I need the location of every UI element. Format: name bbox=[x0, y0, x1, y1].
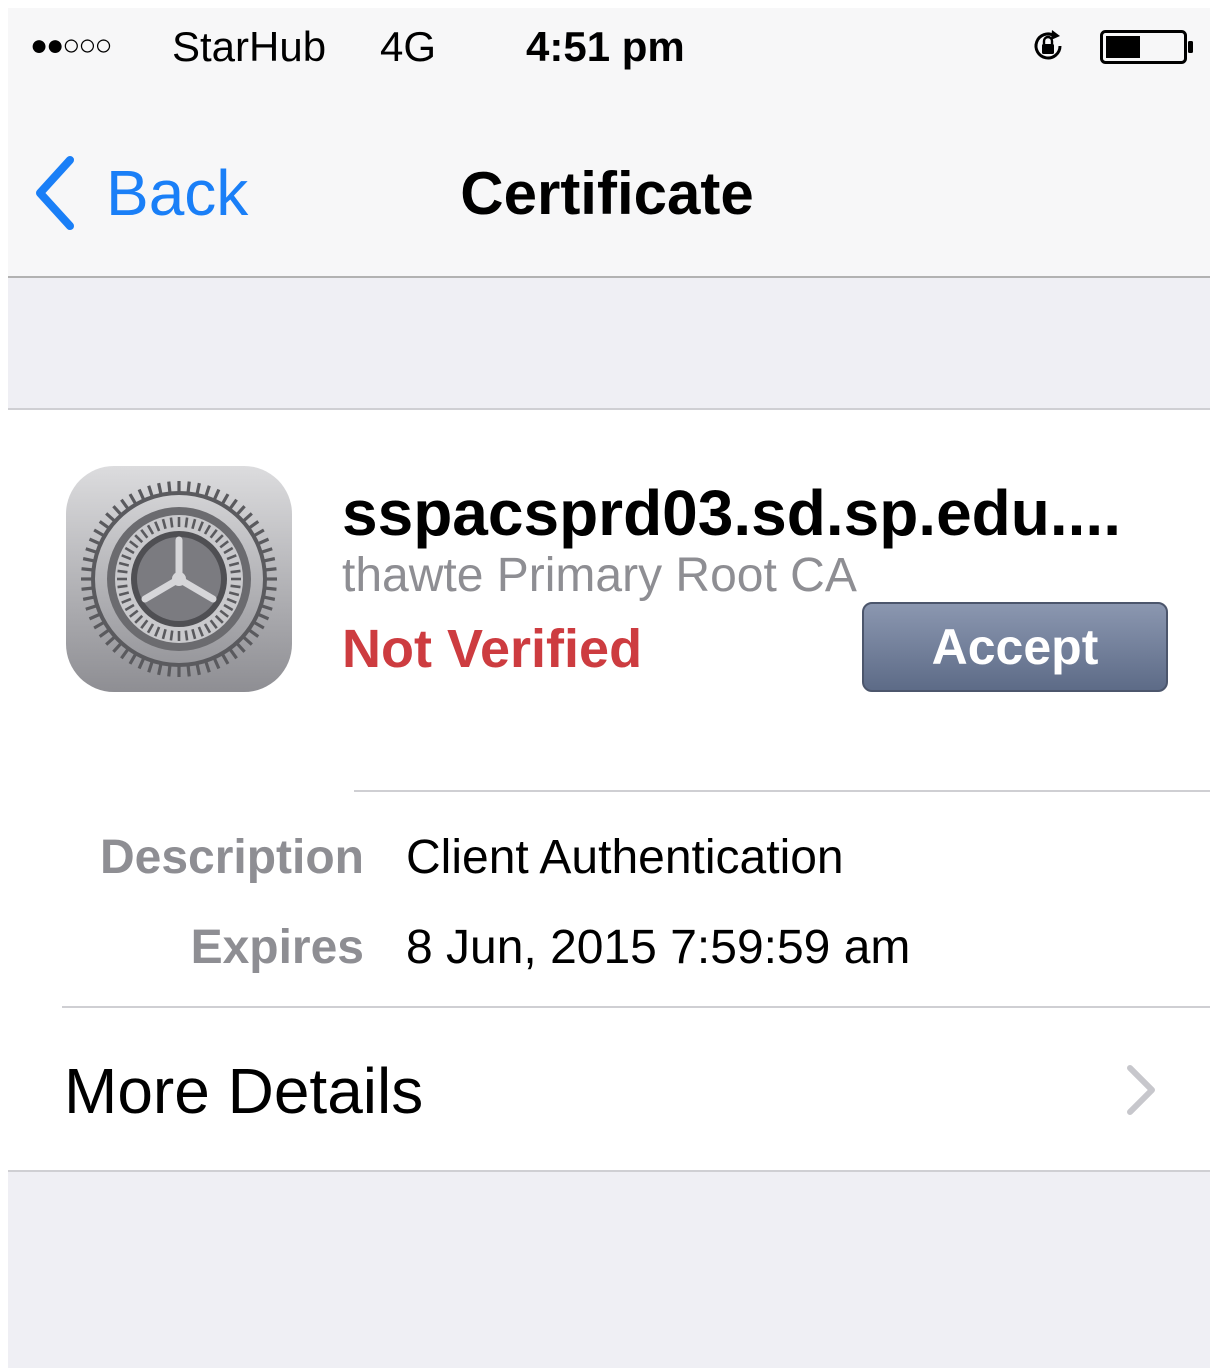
expires-value: 8 Jun, 2015 7:59:59 am bbox=[406, 921, 911, 974]
chevron-right-icon bbox=[1127, 1065, 1155, 1115]
phone-screen: ●●○○○ StarHub 4G 4:51 pm Back Certificat… bbox=[8, 8, 1210, 1368]
expires-label: Expires bbox=[190, 921, 364, 974]
verification-status: Not Verified bbox=[342, 619, 643, 679]
top-bar: ●●○○○ StarHub 4G 4:51 pm Back Certificat… bbox=[8, 8, 1210, 278]
gear-icon bbox=[81, 481, 277, 677]
navigation-bar: Back Certificate bbox=[8, 138, 1210, 248]
description-label: Description bbox=[99, 831, 364, 884]
status-bar: ●●○○○ StarHub 4G 4:51 pm bbox=[8, 8, 1210, 88]
page-title: Certificate bbox=[460, 159, 754, 227]
battery-icon bbox=[1100, 30, 1193, 64]
carrier-name: StarHub bbox=[172, 23, 327, 70]
rotation-lock-icon bbox=[1034, 30, 1062, 60]
detail-row-description: Description Client Authentication bbox=[8, 822, 1210, 892]
description-value: Client Authentication bbox=[406, 831, 844, 884]
signal-strength: ●●○○○ bbox=[30, 29, 113, 62]
more-details-row[interactable]: More Details bbox=[8, 1008, 1210, 1174]
certificate-card: sspacsprd03.sd.sp.edu.... thawte Primary… bbox=[8, 408, 1210, 1172]
settings-gear-icon bbox=[66, 466, 292, 692]
divider bbox=[354, 790, 1210, 792]
detail-row-expires: Expires 8 Jun, 2015 7:59:59 am bbox=[8, 912, 1210, 982]
more-details-label: More Details bbox=[64, 1055, 424, 1127]
network-type: 4G bbox=[380, 23, 437, 70]
certificate-issuer: thawte Primary Root CA bbox=[342, 549, 857, 602]
certificate-name: sspacsprd03.sd.sp.edu.... bbox=[342, 477, 1121, 549]
accept-button[interactable]: Accept bbox=[862, 602, 1168, 692]
status-time: 4:51 pm bbox=[526, 23, 685, 70]
